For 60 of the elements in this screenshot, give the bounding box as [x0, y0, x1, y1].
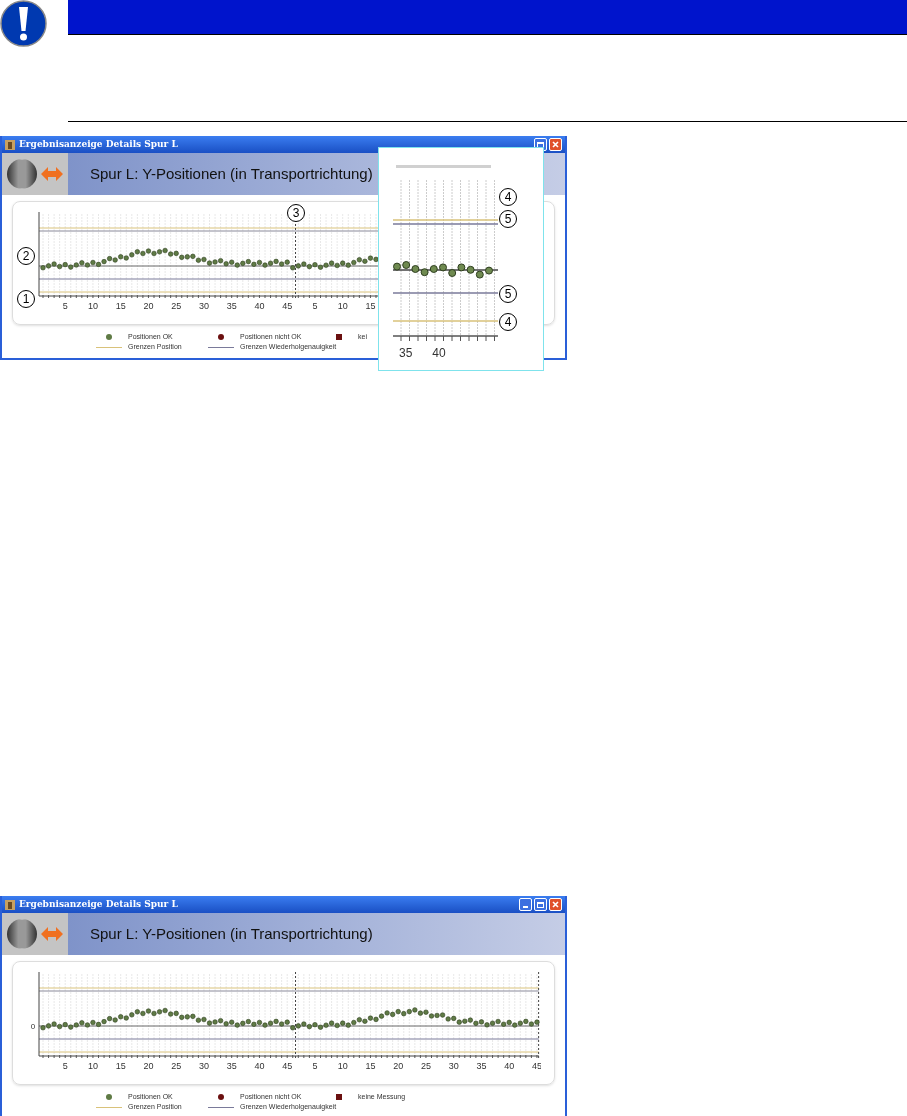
- axis-label: 25: [420, 1061, 431, 1071]
- axis-label: 20: [143, 1061, 154, 1071]
- axis-label: 15: [365, 1061, 376, 1071]
- axis-label: 45: [531, 1061, 541, 1071]
- axis-label: 20: [393, 1061, 404, 1071]
- data-point: [466, 265, 475, 274]
- chart-heading: Spur L: Y-Positionen (in Transportrichtung): [90, 163, 373, 184]
- axis-label: 15: [365, 301, 376, 311]
- axis-label: 40: [254, 301, 265, 311]
- minimize-button[interactable]: [519, 898, 532, 911]
- axis-label: 30: [448, 1061, 459, 1071]
- axis-label: 35: [399, 345, 413, 362]
- chart-heading: Spur L: Y-Positionen (in Transportrichtung): [90, 923, 373, 944]
- callout-number: 3: [287, 204, 305, 222]
- axis-label: 35: [226, 1061, 237, 1071]
- callout-number: 4: [499, 313, 517, 331]
- callout-number: 5: [499, 285, 517, 303]
- data-point: [475, 270, 484, 279]
- callout-number: 4: [499, 188, 517, 206]
- axis-label: 30: [198, 1061, 209, 1071]
- callout-number: 5: [499, 210, 517, 228]
- close-button[interactable]: [549, 898, 562, 911]
- app-icon: [5, 139, 15, 150]
- axis-label: 5: [62, 301, 68, 311]
- double-arrow-icon: [41, 167, 63, 181]
- roller-icon: [6, 158, 38, 190]
- roller-icon: [6, 918, 38, 950]
- maximize-button[interactable]: [534, 898, 547, 911]
- window-title: Ergebnisanzeige Details Spur L: [19, 897, 178, 911]
- axis-label: 0: [30, 1022, 36, 1031]
- axis-label: 30: [198, 301, 209, 311]
- axis-label: 15: [115, 301, 126, 311]
- close-button[interactable]: [549, 138, 562, 151]
- axis-label: 40: [432, 345, 446, 362]
- axis-label: 45: [282, 301, 293, 311]
- close-icon: [552, 141, 559, 148]
- app-icon: [5, 899, 15, 910]
- axis-label: 25: [171, 1061, 182, 1071]
- axis-label: 5: [62, 1061, 68, 1071]
- axis-label: 5: [312, 301, 318, 311]
- axis-label: 10: [87, 1061, 98, 1071]
- data-point: [457, 263, 466, 272]
- axis-label: 25: [171, 301, 182, 311]
- axis-label: 35: [226, 301, 237, 311]
- callout-number: 1: [17, 290, 35, 308]
- axis-label: 15: [115, 1061, 126, 1071]
- axis-label: 40: [504, 1061, 515, 1071]
- axis-label: 5: [312, 1061, 318, 1071]
- double-arrow-icon: [41, 927, 63, 941]
- axis-label: 35: [476, 1061, 487, 1071]
- callout-number: 2: [17, 247, 35, 265]
- data-point: [420, 268, 429, 277]
- close-icon: [552, 901, 559, 908]
- axis-label: 10: [87, 301, 98, 311]
- axis-label: 20: [143, 301, 154, 311]
- window-title: Ergebnisanzeige Details Spur L: [19, 137, 178, 151]
- axis-label: 10: [337, 1061, 348, 1071]
- axis-label: 10: [337, 301, 348, 311]
- axis-label: 40: [254, 1061, 265, 1071]
- axis-label: 45: [282, 1061, 293, 1071]
